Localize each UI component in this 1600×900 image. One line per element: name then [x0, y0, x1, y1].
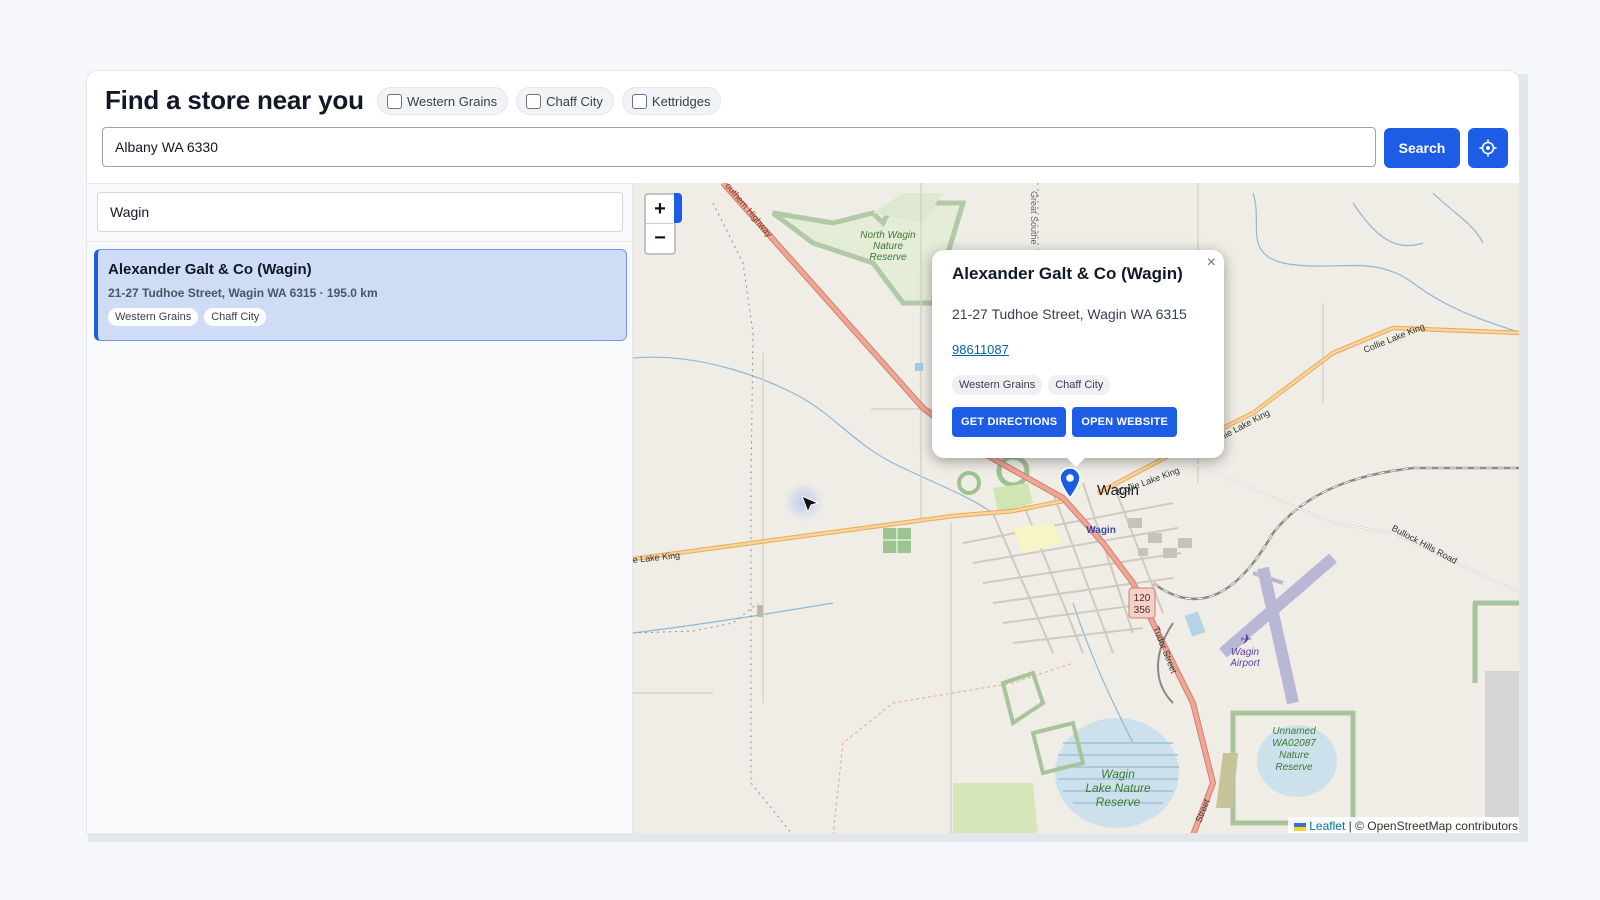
checkbox[interactable] — [526, 93, 542, 109]
store-marker-icon[interactable] — [1058, 467, 1082, 499]
map-label: Bullock Hills Road — [1390, 523, 1459, 566]
map-label: Nature — [873, 241, 903, 252]
focus-ring — [674, 193, 682, 223]
map-label: outhern Highway — [723, 183, 774, 239]
map-label: Wagin — [1101, 767, 1135, 781]
map-label: Reserve — [1096, 795, 1141, 809]
divider — [87, 241, 632, 242]
zoom-control: + − — [644, 193, 676, 255]
ukraine-flag-icon — [1294, 822, 1307, 831]
store-tag: Western Grains — [108, 308, 199, 326]
store-tags: Western Grains Chaff City — [108, 308, 616, 326]
mouse-cursor-icon — [801, 495, 820, 514]
map-attribution: Leaflet | © OpenStreetMap contributors — [1288, 817, 1519, 833]
map-label-town: Wagin — [1097, 482, 1139, 499]
map-overlay-panel — [1485, 671, 1519, 817]
map-label: e Lake King — [633, 550, 680, 565]
svg-text:356: 356 — [1134, 605, 1151, 616]
map-label: Nature — [1279, 750, 1309, 761]
popup-store-name: Alexander Galt & Co (Wagin) — [952, 264, 1183, 283]
crosshair-icon — [1479, 139, 1497, 157]
map-view[interactable]: North Wagin Nature Reserve Wagin Lake Na… — [633, 183, 1519, 833]
map-label: Unnamed — [1272, 726, 1316, 737]
map-label: Airport — [1229, 658, 1261, 669]
filter-chip-chaff-city[interactable]: Chaff City — [516, 87, 614, 115]
map-label: Wagin — [1231, 647, 1260, 658]
locate-me-button[interactable] — [1468, 128, 1508, 168]
map-label: Street — [1194, 797, 1212, 823]
map-label: WA02087 — [1272, 738, 1316, 749]
popup-tag: Western Grains — [952, 375, 1043, 395]
popup-tag: Chaff City — [1048, 375, 1111, 395]
get-directions-button[interactable]: GET DIRECTIONS — [952, 407, 1067, 437]
map-label: Tudor Street — [1151, 625, 1179, 675]
popup-tip — [1066, 457, 1086, 467]
store-locator-app: Find a store near you Western Grains Cha… — [86, 70, 1520, 834]
zoom-in-button[interactable]: + — [646, 195, 674, 224]
filter-chip-label: Chaff City — [546, 93, 603, 109]
store-result-card[interactable]: Alexander Galt & Co (Wagin) 21-27 Tudhoe… — [94, 249, 627, 341]
road-shield: 120 356 — [1128, 587, 1156, 619]
map-label: Reserve — [1275, 762, 1313, 773]
leaflet-link[interactable]: Leaflet — [1309, 819, 1345, 833]
open-website-button[interactable]: OPEN WEBSITE — [1072, 407, 1178, 437]
filter-chip-label: Kettridges — [651, 93, 711, 109]
results-filter-input[interactable]: Wagin — [97, 192, 623, 232]
map-label: Lake Nature — [1085, 781, 1151, 795]
popup-close-button[interactable]: × — [1207, 254, 1216, 272]
search-button[interactable]: Search — [1384, 128, 1460, 168]
map-label: Great Southe — [1029, 191, 1039, 245]
results-sidebar: Wagin Alexander Galt & Co (Wagin) 21-27 … — [87, 183, 633, 833]
filter-chip-label: Western Grains — [407, 93, 498, 109]
page-title: Find a store near you — [105, 85, 364, 115]
checkbox[interactable] — [631, 93, 647, 109]
store-name: Alexander Galt & Co (Wagin) — [108, 261, 312, 278]
checkbox[interactable] — [387, 93, 402, 109]
address-search-input[interactable]: Albany WA 6330 — [102, 127, 1376, 167]
popup-store-address: 21-27 Tudhoe Street, Wagin WA 6315 — [952, 306, 1187, 322]
zoom-out-button[interactable]: − — [646, 224, 674, 253]
header: Find a store near you Western Grains Cha… — [87, 71, 1519, 183]
svg-text:120: 120 — [1134, 593, 1151, 604]
popup-actions: GET DIRECTIONS OPEN WEBSITE — [952, 407, 1204, 437]
airport-icon: ✈ — [1239, 631, 1252, 647]
popup-phone-link[interactable]: 98611087 — [952, 342, 1204, 357]
store-popup: × Alexander Galt & Co (Wagin) 21-27 Tudh… — [932, 250, 1224, 458]
store-address-distance: 21-27 Tudhoe Street, Wagin WA 6315 · 195… — [108, 286, 378, 300]
filter-chip-kettridges[interactable]: Kettridges — [621, 87, 722, 115]
map-label: Reserve — [869, 252, 907, 263]
popup-tags: Western Grains Chaff City — [952, 375, 1204, 395]
map-label-station: Wagin — [1086, 525, 1116, 536]
filter-chip-western-grains[interactable]: Western Grains — [377, 87, 509, 115]
brand-filter-chips: Western Grains Chaff City Kettridges — [377, 87, 722, 115]
osm-attribution: | © OpenStreetMap contributors — [1348, 819, 1518, 833]
store-tag: Chaff City — [204, 308, 267, 326]
map-label: North Wagin — [860, 230, 916, 241]
